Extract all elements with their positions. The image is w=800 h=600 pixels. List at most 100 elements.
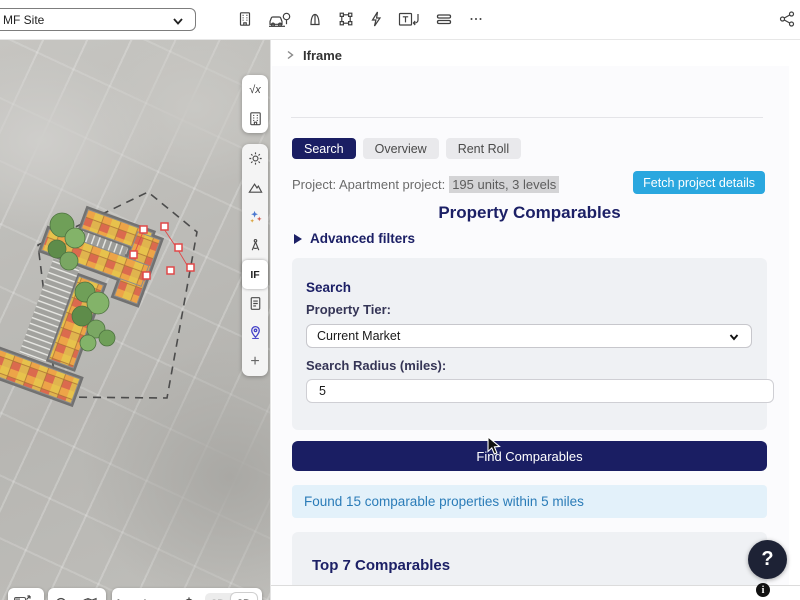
comparables-heading: Top 7 Comparables xyxy=(312,557,450,574)
site-selector-value: MF Site xyxy=(3,13,44,27)
formula-tool-button[interactable]: √x xyxy=(242,75,268,104)
document-tool-button[interactable] xyxy=(242,289,268,318)
measure-button[interactable] xyxy=(434,10,454,28)
apartment-building-massing xyxy=(0,190,165,417)
search-card-heading: Search xyxy=(306,280,351,295)
zoom-in-icon: + xyxy=(140,594,150,600)
select-cursor-button[interactable] xyxy=(112,588,134,600)
breadcrumb[interactable]: Iframe xyxy=(285,45,342,65)
massing-icon xyxy=(306,10,324,28)
property-tier-select[interactable]: Current Market xyxy=(306,324,752,348)
comparables-card: Top 7 Comparables xyxy=(292,532,767,585)
sparkles-icon xyxy=(247,208,264,225)
sun-icon xyxy=(247,150,264,167)
find-comparables-button[interactable]: Find Comparables xyxy=(292,441,767,471)
select-cursor-icon xyxy=(114,595,132,600)
iframe-content: Search Overview Rent Roll Project: Apart… xyxy=(272,66,789,585)
search-card: Search Property Tier: Current Market Sea… xyxy=(292,258,767,430)
iframe-panel: Iframe Search Overview Rent Roll Project… xyxy=(270,40,800,600)
map-settings-icon xyxy=(81,595,99,600)
search-radius-input[interactable] xyxy=(306,379,774,403)
project-label: Project: Apartment project: xyxy=(292,177,445,192)
map-search-button[interactable] xyxy=(48,588,76,600)
info-icon[interactable]: i xyxy=(756,583,770,597)
map-view-controls: + − 2D 3D xyxy=(112,588,262,600)
locate-icon xyxy=(180,595,198,600)
map-pin-icon xyxy=(247,324,264,341)
terrain-tool-button[interactable] xyxy=(242,173,268,202)
basemap-button[interactable] xyxy=(8,588,36,600)
more-icon xyxy=(467,10,485,28)
lightning-icon xyxy=(368,10,384,28)
site-context-button[interactable] xyxy=(267,10,293,28)
chevron-down-icon xyxy=(728,331,740,343)
search-radius-label: Search Radius (miles): xyxy=(306,358,446,373)
building-icon xyxy=(236,10,254,28)
building-icon xyxy=(247,110,264,127)
mode-3d-button[interactable]: 3D xyxy=(231,593,257,600)
map-tools-group-main: IF + xyxy=(242,144,268,376)
locate-button[interactable] xyxy=(178,588,200,600)
add-tool-button[interactable]: + xyxy=(242,347,268,376)
breadcrumb-label: Iframe xyxy=(303,48,342,63)
property-tier-value: Current Market xyxy=(317,329,400,343)
help-button[interactable]: ? xyxy=(748,540,787,579)
location-tool-button[interactable] xyxy=(242,318,268,347)
fetch-project-details-button[interactable]: Fetch project details xyxy=(633,171,765,194)
massing-button[interactable] xyxy=(306,10,324,28)
more-tools-button[interactable] xyxy=(467,10,485,28)
building-mode-button[interactable] xyxy=(236,10,254,28)
text-box-icon xyxy=(397,10,421,28)
basemap-layers-icon xyxy=(11,593,33,600)
building-tool-button[interactable] xyxy=(242,104,268,133)
map-tools-group-top: √x xyxy=(242,75,268,133)
chevron-right-icon xyxy=(285,50,295,60)
ai-tool-button[interactable] xyxy=(242,202,268,231)
selection-frame-icon xyxy=(337,10,355,28)
compass-tool-button[interactable] xyxy=(242,231,268,260)
share-button[interactable] xyxy=(778,10,796,33)
mountain-icon xyxy=(247,179,264,196)
formula-icon: √x xyxy=(249,84,261,96)
sun-tool-button[interactable] xyxy=(242,144,268,173)
zoom-in-button[interactable]: + xyxy=(134,588,156,600)
tab-bar: Search Overview Rent Roll xyxy=(292,138,521,159)
selection-frame-button[interactable] xyxy=(337,10,355,28)
zoom-out-button[interactable]: − xyxy=(156,588,178,600)
map-settings-button[interactable] xyxy=(76,588,104,600)
top-toolbar: MF Site xyxy=(0,0,800,40)
results-banner: Found 15 comparable properties within 5 … xyxy=(292,485,767,518)
tab-search[interactable]: Search xyxy=(292,138,356,159)
map-search-box xyxy=(48,588,106,600)
document-icon xyxy=(247,295,264,312)
measure-icon xyxy=(434,10,454,28)
iframe-mode-button[interactable]: IF xyxy=(242,260,268,289)
car-tree-icon xyxy=(267,10,293,28)
basemap-control-box xyxy=(8,588,44,600)
expand-arrow-icon xyxy=(294,234,302,244)
advanced-filters-toggle[interactable]: Advanced filters xyxy=(294,231,415,246)
site-plan-3d-model xyxy=(0,40,270,600)
tab-rent-roll[interactable]: Rent Roll xyxy=(446,138,521,159)
advanced-filters-label: Advanced filters xyxy=(310,231,415,246)
mode-2d-button[interactable]: 2D xyxy=(205,593,231,600)
property-tier-label: Property Tier: xyxy=(306,302,391,317)
plus-icon: + xyxy=(250,353,259,371)
map-viewport[interactable]: √x xyxy=(0,40,270,600)
search-icon xyxy=(53,595,71,600)
iframe-bottom-strip xyxy=(271,585,800,600)
text-annotation-button[interactable] xyxy=(397,10,421,28)
chevron-down-icon xyxy=(171,14,185,28)
quick-actions-button[interactable] xyxy=(368,10,384,28)
divider xyxy=(291,117,763,118)
if-mode-icon: IF xyxy=(250,269,259,281)
share-icon xyxy=(778,10,796,28)
site-selector[interactable]: MF Site xyxy=(0,8,196,31)
zoom-out-icon: − xyxy=(162,594,172,600)
toolbar-icon-row xyxy=(236,10,485,28)
dimension-toggle: 2D 3D xyxy=(205,593,257,600)
project-details-highlight: 195 units, 3 levels xyxy=(449,176,559,193)
tab-overview[interactable]: Overview xyxy=(363,138,439,159)
page-title: Property Comparables xyxy=(292,203,767,223)
compass-icon xyxy=(247,237,264,254)
